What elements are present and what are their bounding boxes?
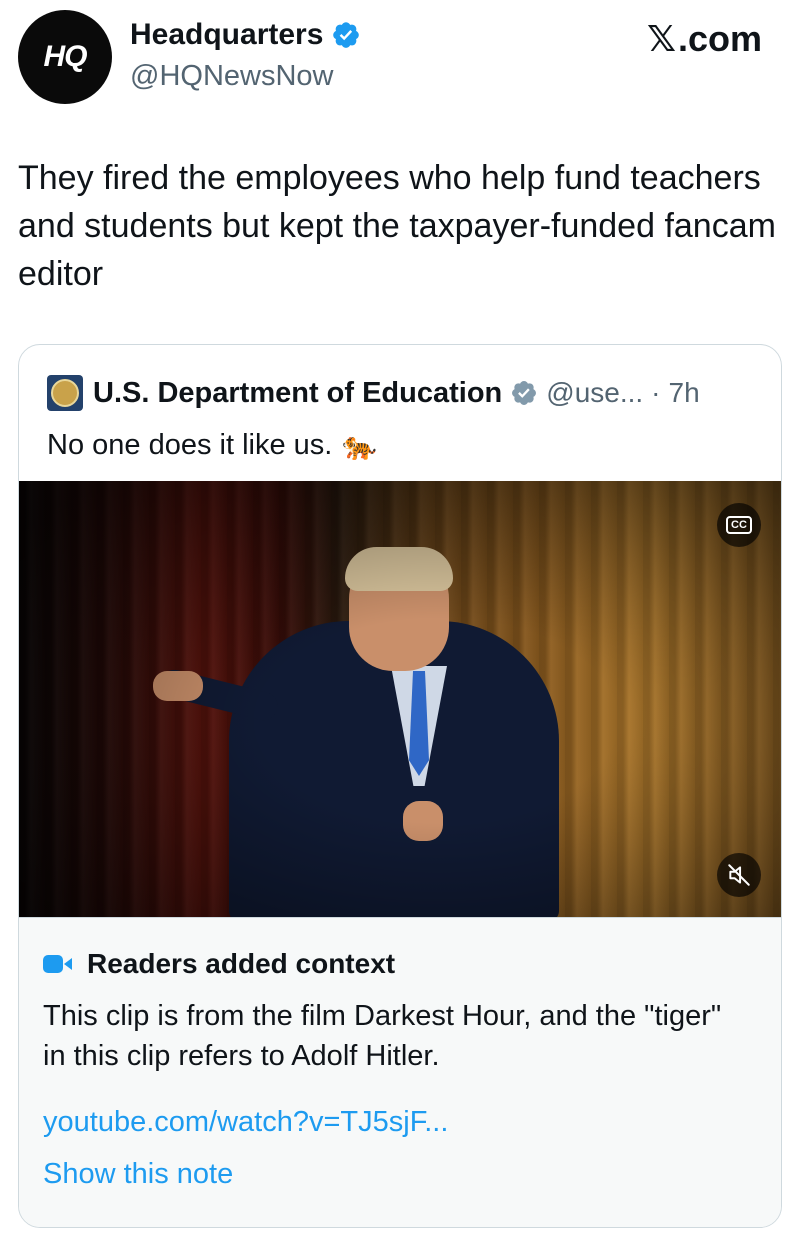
context-title: Readers added context [87,948,396,979]
tweet-text: They fired the employees who help fund t… [18,159,776,293]
author-display-name[interactable]: Headquarters [130,18,361,52]
context-header: Readers added context [43,948,395,980]
author-handle[interactable]: @HQNewsNow [130,60,333,93]
context-body: This clip is from the film Darkest Hour,… [43,1000,722,1072]
captions-button[interactable]: CC [717,503,761,547]
author-name-text: Headquarters [130,18,324,51]
verified-badge-icon [512,381,537,405]
quoted-author-handle[interactable]: @use... [546,377,643,409]
quoted-tweet-header: U.S. Department of Education @use... · 7… [47,375,700,411]
department-seal-icon [51,379,79,407]
muted-speaker-icon [728,864,750,886]
site-label: 𝕏 .com [647,18,762,60]
community-notes-icon [43,955,72,973]
avatar-logo-text: HQ [43,40,88,73]
mute-button[interactable] [717,853,761,897]
community-notes-panel: Readers added context This clip is from … [19,917,781,1227]
quoted-tweet-card[interactable]: U.S. Department of Education @use... · 7… [18,344,782,1228]
quoted-text: No one does it like us. [47,429,333,461]
verified-badge-icon [333,22,360,48]
tiger-emoji-icon: 🐅 [342,430,378,461]
video-vignette [19,481,781,917]
quoted-author-name[interactable]: U.S. Department of Education [93,377,502,410]
site-suffix: .com [677,18,762,59]
context-source-link[interactable]: youtube.com/watch?v=TJ5sjF... [43,1106,448,1139]
avatar[interactable]: HQ [18,10,112,104]
quoted-tweet-text: No one does it like us. 🐅 [47,429,377,462]
tweet-header: HQ Headquarters @HQNewsNow 𝕏 .com [0,0,800,120]
time-separator: · [651,377,661,408]
quoted-timestamp[interactable]: 7h [669,377,700,409]
show-note-link[interactable]: Show this note [43,1158,233,1191]
captions-icon: CC [726,516,752,534]
x-logo-icon: 𝕏 [646,18,676,60]
quoted-avatar[interactable] [47,375,83,411]
video-player[interactable]: CC [19,481,781,917]
